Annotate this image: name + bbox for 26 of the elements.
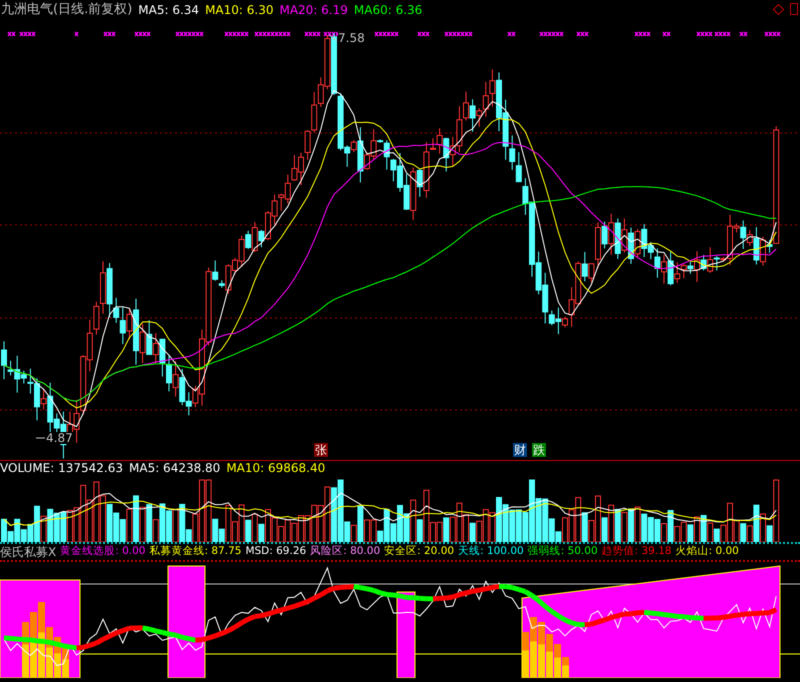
- indicator-readout: 安全区: 20.00: [384, 544, 454, 560]
- leader-line: [328, 34, 338, 42]
- window-icon[interactable]: [790, 3, 798, 15]
- ma-readout: MA60: 6.36: [354, 2, 422, 19]
- indicator-readout: 私募黄金线: 87.75: [150, 544, 242, 560]
- ma-readout: MA5: 6.34: [138, 2, 200, 19]
- price-label: 4.87: [46, 432, 73, 444]
- volume-readout: MA10: 69868.40: [226, 460, 326, 477]
- indicator-readout: 天线: 100.00: [458, 544, 524, 560]
- indicator-readout: 火焰山: 0.00: [676, 544, 739, 560]
- indicator-name: 侯氏私募X: [0, 544, 56, 560]
- diamond-icon[interactable]: [773, 4, 784, 14]
- indicator-readout: 强弱线: 50.00: [528, 544, 598, 560]
- indicator-readout: 趋势值: 39.18: [602, 544, 672, 560]
- indicator-readout: 黄金线选股: 0.00: [60, 544, 146, 560]
- volume-readout: MA5: 64238.80: [129, 460, 220, 477]
- ma-readout: MA20: 6.19: [279, 2, 348, 19]
- signal-badge: 跌: [532, 443, 546, 457]
- indicator-readout: MSD: 69.26: [245, 544, 306, 560]
- signal-badge: 张: [314, 443, 328, 457]
- indicator-readout: 风险区: 80.00: [310, 544, 380, 560]
- signal-badge: 财: [513, 443, 527, 457]
- price-label: 7.58: [338, 32, 365, 44]
- chart-title: 九洲电气(日线.前复权): [1, 1, 132, 20]
- ma-readout: MA10: 6.30: [205, 2, 274, 19]
- volume-readout: VOLUME: 137542.63: [0, 460, 123, 477]
